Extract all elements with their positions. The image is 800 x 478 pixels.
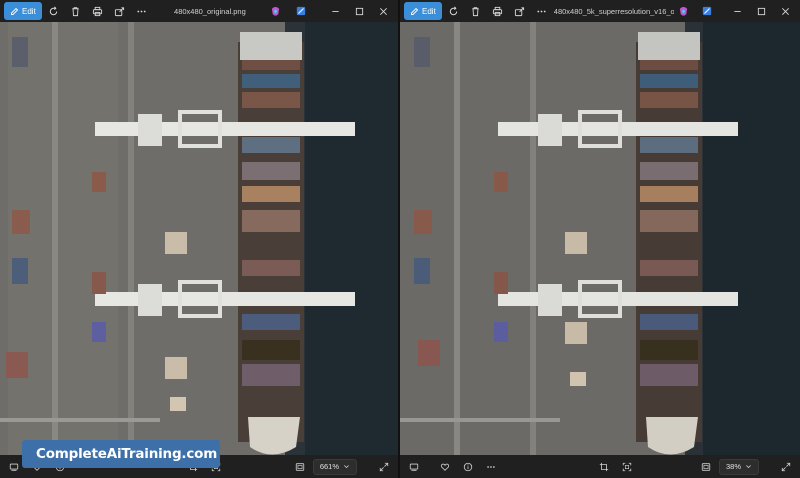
- share-icon: [115, 6, 125, 16]
- left-close-button[interactable]: [372, 2, 394, 20]
- maximize-icon: [757, 7, 765, 15]
- right-favorite-button[interactable]: [435, 458, 455, 476]
- right-fit-button[interactable]: [696, 458, 716, 476]
- left-filmstrip-button[interactable]: [4, 458, 24, 476]
- chevron-down-icon: [746, 465, 751, 469]
- left-designer-button[interactable]: [294, 4, 308, 18]
- share-icon: [515, 6, 525, 16]
- fullscreen-icon: [781, 462, 791, 471]
- chevron-down-icon: [344, 465, 349, 469]
- right-zoom-value: 38%: [725, 462, 741, 471]
- right-rotate-button[interactable]: [444, 2, 464, 20]
- left-share-button[interactable]: [110, 2, 130, 20]
- right-share-button[interactable]: [510, 2, 530, 20]
- right-zoom-dropdown[interactable]: 38%: [718, 458, 759, 475]
- right-edit-button[interactable]: Edit: [404, 2, 442, 20]
- left-rotate-button[interactable]: [44, 2, 64, 20]
- right-filename: 480x480_5k_superresolution_v16_optimized…: [553, 6, 674, 16]
- maximize-icon: [355, 7, 363, 15]
- more-icon: [137, 10, 146, 12]
- designer-icon: [296, 6, 306, 16]
- copilot-icon: [679, 6, 687, 16]
- right-minimize-button[interactable]: [726, 2, 748, 20]
- edit-icon: [11, 7, 19, 15]
- right-copilot-button[interactable]: [676, 4, 690, 18]
- left-image-canvas[interactable]: [0, 22, 398, 455]
- minimize-icon: [331, 10, 339, 12]
- left-fullscreen-button[interactable]: [374, 458, 394, 476]
- right-aerial-port-image: [400, 22, 800, 455]
- close-icon: [379, 7, 387, 15]
- crop-icon: [599, 462, 609, 471]
- right-edit-label: Edit: [422, 6, 436, 16]
- designer-icon: [702, 6, 712, 16]
- more-icon: [487, 465, 495, 468]
- left-aerial-port-image: [0, 22, 398, 455]
- fullscreen-icon: [379, 462, 389, 471]
- right-crop-button[interactable]: [594, 458, 614, 476]
- left-photo-viewer: Edit 480x480_original.png 661%: [0, 0, 398, 478]
- right-close-button[interactable]: [774, 2, 796, 20]
- left-delete-button[interactable]: [66, 2, 86, 20]
- right-info-button[interactable]: [458, 458, 478, 476]
- right-photo-viewer: Edit 480x480_5k_superresolution_v16_opti…: [400, 0, 800, 478]
- left-copilot-button[interactable]: [268, 4, 282, 18]
- right-delete-button[interactable]: [466, 2, 486, 20]
- rotate-icon: [50, 6, 58, 15]
- watermark-text: CompleteAiTraining.com: [36, 446, 218, 462]
- right-statusbar: 38%: [400, 455, 800, 478]
- delete-icon: [72, 6, 80, 16]
- heart-icon: [440, 463, 450, 471]
- left-filename: 480x480_original.png: [174, 6, 246, 16]
- watermark-badge: CompleteAiTraining.com: [22, 440, 220, 468]
- select-region-icon: [622, 462, 632, 471]
- minimize-icon: [733, 10, 741, 12]
- more-icon: [537, 10, 546, 12]
- left-edit-button[interactable]: Edit: [4, 2, 42, 20]
- print-icon: [93, 6, 103, 16]
- left-toolbar: Edit 480x480_original.png: [0, 0, 398, 22]
- right-maximize-button[interactable]: [750, 2, 772, 20]
- left-more-button[interactable]: [132, 2, 152, 20]
- left-edit-label: Edit: [22, 6, 36, 16]
- info-icon: [463, 462, 473, 471]
- right-designer-button[interactable]: [700, 4, 714, 18]
- left-zoom-value: 661%: [319, 462, 339, 471]
- right-toolbar: Edit 480x480_5k_superresolution_v16_opti…: [400, 0, 800, 22]
- close-icon: [781, 7, 789, 15]
- left-zoom-dropdown[interactable]: 661%: [312, 458, 357, 475]
- filmstrip-icon: [9, 463, 19, 471]
- edit-icon: [411, 7, 419, 15]
- left-print-button[interactable]: [88, 2, 108, 20]
- left-maximize-button[interactable]: [348, 2, 370, 20]
- fit-to-window-icon: [295, 462, 304, 471]
- left-minimize-button[interactable]: [324, 2, 346, 20]
- delete-icon: [472, 6, 480, 16]
- print-icon: [493, 6, 503, 16]
- right-more-button-status[interactable]: [481, 458, 501, 476]
- rotate-icon: [450, 6, 458, 15]
- fit-to-window-icon: [701, 462, 711, 471]
- copilot-icon: [271, 6, 279, 16]
- right-filmstrip-button[interactable]: [404, 458, 424, 476]
- right-image-canvas[interactable]: [400, 22, 800, 455]
- right-select-button[interactable]: [617, 458, 637, 476]
- right-more-button[interactable]: [532, 2, 552, 20]
- right-fullscreen-button[interactable]: [776, 458, 796, 476]
- filmstrip-icon: [409, 463, 419, 471]
- right-print-button[interactable]: [488, 2, 508, 20]
- left-fit-button[interactable]: [290, 458, 310, 476]
